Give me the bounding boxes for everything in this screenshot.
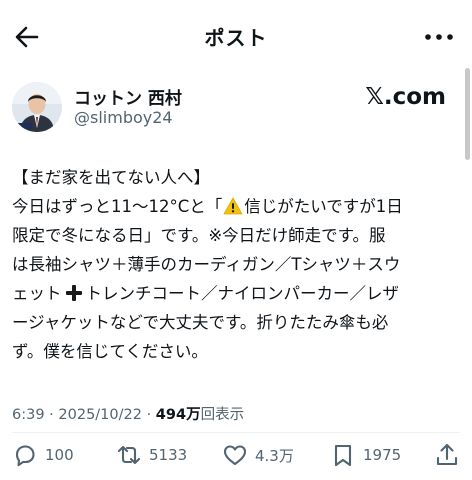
warning-icon	[223, 197, 243, 215]
post-line: ージャケットなどで大丈夫です。折りたたみ傘も必	[12, 313, 389, 332]
scrollbar[interactable]	[465, 68, 470, 160]
post-line: 今日はずっと11〜12°Cと「 信じがたいですが1日	[12, 192, 462, 221]
post-text-segment: トレンチコート／ナイロンパーカー／レザ	[85, 284, 400, 303]
reply-icon	[15, 445, 35, 467]
post-line: 限定で冬になる日」です。※今日だけ師走です。服	[12, 226, 386, 245]
bookmark-count: 1975	[363, 446, 402, 464]
view-count: 494万	[155, 407, 201, 423]
post-text-segment: ェット	[12, 284, 62, 303]
like-count: 4.3万	[255, 446, 294, 465]
avatar[interactable]	[12, 82, 62, 132]
repost-icon	[117, 445, 141, 465]
post-line: ず。僕を信じてください。	[12, 342, 208, 361]
post-line: は長袖シャツ＋薄手のカーディガン／Tシャツ＋スウ	[12, 255, 401, 274]
view-label: 回表示	[200, 407, 245, 423]
more-horizontal-icon[interactable]	[424, 28, 454, 46]
post-text-segment: 信じがたいですが1日	[244, 197, 403, 216]
author-display-name[interactable]: コットン 西村	[74, 84, 182, 109]
repost-count: 5133	[149, 446, 188, 464]
bookmark-icon	[334, 444, 352, 467]
heart-icon	[223, 445, 247, 466]
reply-button[interactable]: 100	[12, 440, 74, 470]
post-text-segment: 今日はずっと11〜12°Cと「	[12, 197, 223, 216]
post-text: 【まだ家を出てない人へ】 今日はずっと11〜12°Cと「 信じがたいですが1日 限…	[12, 163, 462, 366]
share-icon	[436, 443, 458, 466]
brand-logo: 𝕏.com	[365, 84, 446, 110]
reply-count: 100	[45, 446, 74, 464]
action-bar: 100 5133 4.3万 1975	[12, 440, 462, 470]
bookmark-button[interactable]: 1975	[330, 440, 401, 470]
author-handle[interactable]: @slimboy24	[74, 108, 173, 127]
top-bar: ポスト	[0, 0, 472, 72]
page-title: ポスト	[204, 26, 268, 50]
heavy-plus-icon	[65, 285, 82, 301]
share-button[interactable]	[434, 440, 460, 470]
post-timestamp[interactable]: 6:39 · 2025/10/22 ·	[12, 407, 156, 423]
divider	[12, 432, 460, 433]
post-line: 【まだ家を出てない人へ】	[12, 168, 210, 187]
post-meta: 6:39 · 2025/10/22 · 494万回表示	[12, 403, 244, 424]
like-button[interactable]: 4.3万	[222, 440, 294, 470]
repost-button[interactable]: 5133	[116, 440, 187, 470]
post-line: ェット トレンチコート／ナイロンパーカー／レザ	[12, 279, 462, 308]
